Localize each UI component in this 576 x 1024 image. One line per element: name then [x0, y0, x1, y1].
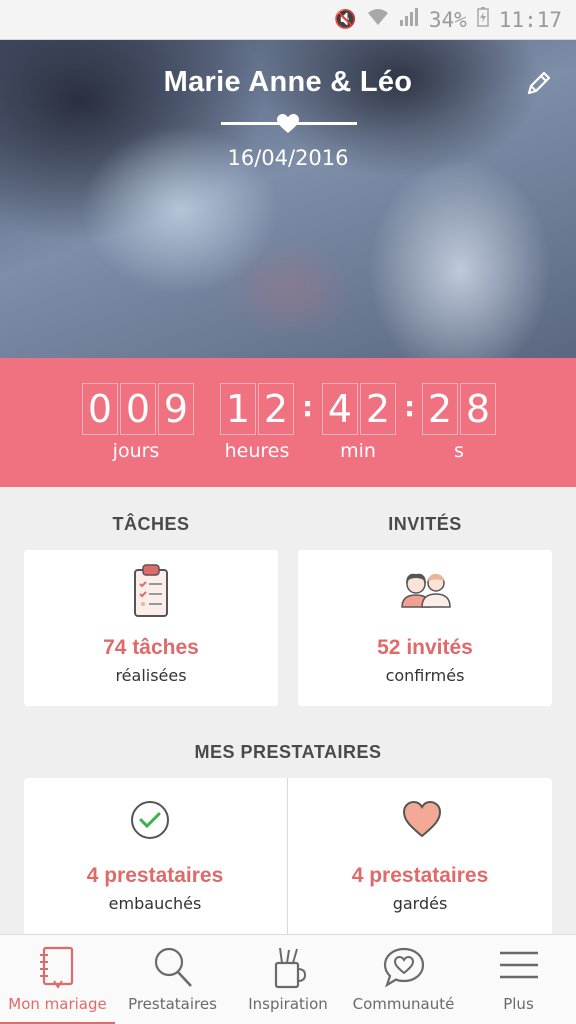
time-separator: : [302, 390, 314, 423]
bottom-navigation: Mon mariage Prestataires Inspiration Com… [0, 934, 576, 1024]
pencil-cup-icon [274, 947, 306, 989]
minutes-digit: 2 [360, 383, 396, 435]
hours-digit: 2 [258, 383, 294, 435]
nav-label: Mon mariage [8, 995, 107, 1013]
battery-percent: 34% [428, 7, 467, 32]
vendors-hired[interactable]: 4 prestataires embauchés [24, 778, 286, 934]
minutes-digit: 4 [322, 383, 358, 435]
tasks-label: réalisées [115, 666, 187, 685]
hours-digit: 1 [220, 383, 256, 435]
couple-photo-header: Marie Anne & Léo 16/04/2016 [0, 40, 576, 358]
couple-names: Marie Anne & Léo [163, 66, 413, 98]
signal-icon [399, 8, 419, 31]
guests-couple-icon [401, 573, 451, 608]
nav-label: Prestataires [128, 995, 217, 1013]
mute-icon: 🔇 [334, 9, 357, 30]
nav-label: Plus [503, 995, 534, 1013]
seconds-digit: 2 [422, 383, 458, 435]
time-separator: : [404, 390, 416, 423]
vendors-saved-label: gardés [392, 894, 448, 913]
guests-card[interactable]: 52 invités confirmés [298, 550, 552, 706]
nav-inspiration[interactable]: Inspiration [230, 935, 346, 1024]
vendors-hired-label: embauchés [108, 894, 202, 913]
seconds-digit: 8 [460, 383, 496, 435]
heart-chat-icon [383, 947, 425, 988]
guests-section-title: INVITÉS [388, 514, 462, 534]
guests-count: 52 invités [377, 636, 473, 659]
nav-label: Communauté [352, 995, 455, 1013]
wifi-icon [367, 8, 389, 31]
tasks-count: 74 tâches [103, 636, 199, 659]
tasks-section-title: TÂCHES [112, 514, 190, 534]
guests-label: confirmés [385, 666, 465, 685]
days-digit: 9 [158, 383, 194, 435]
wedding-date: 16/04/2016 [227, 146, 349, 170]
edit-pencil-icon[interactable] [524, 68, 554, 98]
hours-label: heures [224, 440, 290, 462]
notebook-icon [40, 946, 74, 989]
days-digit: 0 [82, 383, 118, 435]
nav-label: Inspiration [248, 995, 328, 1013]
status-bar: 🔇 34% 11:17 [0, 0, 576, 40]
vendors-saved[interactable]: 4 prestataires gardés [288, 778, 552, 934]
nav-plus[interactable]: Plus [461, 935, 576, 1024]
tasks-card[interactable]: 74 tâches réalisées [24, 550, 278, 706]
vendors-hired-count: 4 prestataires [86, 864, 224, 887]
minutes-label: min [340, 440, 376, 462]
seconds-label: s [454, 440, 464, 462]
days-digit: 0 [120, 383, 156, 435]
nav-communaute[interactable]: Communauté [346, 935, 461, 1024]
check-circle-icon [131, 801, 169, 839]
vendors-section-title: MES PRESTATAIRES [194, 742, 382, 762]
menu-icon [500, 951, 538, 979]
search-icon [154, 947, 192, 987]
heart-icon [277, 114, 299, 133]
heart-icon [402, 800, 442, 838]
nav-mon-mariage[interactable]: Mon mariage [0, 935, 115, 1024]
wedding-countdown: 0 0 9 1 2 : 4 2 : 2 8 jours heures min s [0, 358, 576, 487]
battery-charging-icon [477, 7, 489, 32]
vendors-saved-count: 4 prestataires [351, 864, 489, 887]
nav-prestataires[interactable]: Prestataires [115, 935, 230, 1024]
days-label: jours [112, 440, 160, 462]
clock: 11:17 [498, 7, 562, 32]
clipboard-checklist-icon [134, 564, 168, 617]
